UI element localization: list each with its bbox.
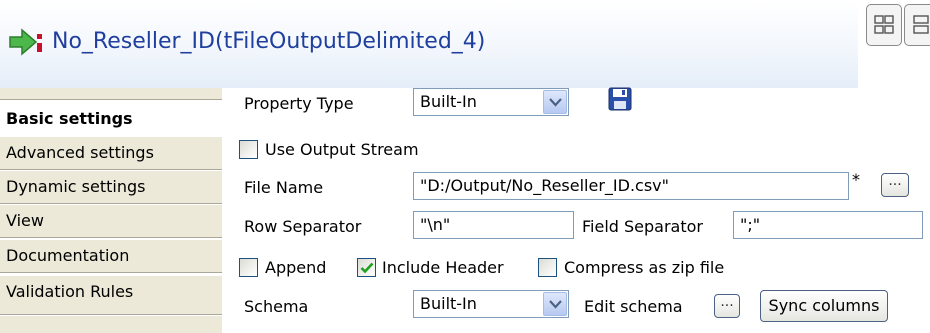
include-header-checkbox[interactable] (357, 258, 376, 277)
chevron-down-icon (549, 300, 562, 309)
edit-schema-button[interactable]: ... (714, 294, 740, 318)
tab-advanced-settings[interactable]: Advanced settings (0, 136, 222, 170)
append-checkbox[interactable] (239, 258, 258, 277)
save-icon[interactable] (608, 87, 632, 111)
schema-select[interactable]: Built-In (413, 290, 569, 318)
property-type-dropdown-button[interactable] (543, 90, 567, 114)
file-name-input[interactable]: "D:/Output/No_Reseller_ID.csv" (413, 172, 849, 200)
property-type-select[interactable]: Built-In (413, 88, 569, 116)
settings-tabs: Basic settings Advanced settings Dynamic… (0, 88, 222, 333)
field-separator-label: Field Separator (582, 217, 703, 236)
schema-value: Built-In (420, 294, 477, 313)
component-title: No_Reseller_ID(tFileOutputDelimited_4) (52, 29, 486, 54)
file-name-label: File Name (244, 178, 324, 197)
tab-dynamic-settings[interactable]: Dynamic settings (0, 170, 222, 204)
schema-dropdown-button[interactable] (543, 292, 567, 316)
browse-file-button[interactable]: ... (881, 173, 909, 197)
row-separator-input[interactable]: "\n" (413, 211, 574, 239)
property-type-label: Property Type (244, 94, 354, 113)
file-name-modified-marker: * (852, 170, 860, 189)
row-separator-label: Row Separator (244, 217, 362, 236)
compress-zip-checkbox[interactable] (538, 258, 557, 277)
component-arrow-icon (9, 28, 42, 56)
grid-layout-button[interactable] (866, 4, 902, 46)
sync-columns-button[interactable]: Sync columns (760, 290, 888, 322)
checkmark-icon (360, 262, 374, 274)
tab-documentation[interactable]: Documentation (0, 239, 222, 273)
edit-schema-label: Edit schema (584, 297, 683, 316)
include-header-label: Include Header (382, 258, 504, 277)
schema-label: Schema (244, 297, 309, 316)
grid-layout-icon (874, 15, 894, 34)
tab-validation-rules[interactable]: Validation Rules (0, 275, 222, 315)
compress-zip-label: Compress as zip file (564, 258, 725, 277)
use-output-stream-label: Use Output Stream (265, 140, 419, 159)
field-separator-input[interactable]: ";" (733, 211, 923, 239)
chevron-down-icon (549, 98, 562, 107)
append-label: Append (265, 258, 327, 277)
property-type-value: Built-In (420, 92, 477, 111)
list-layout-button[interactable] (904, 4, 930, 46)
tab-basic-settings[interactable]: Basic settings (0, 100, 222, 136)
tab-view[interactable]: View (0, 204, 222, 238)
tabs-top-strip (0, 88, 222, 100)
list-layout-icon (913, 15, 929, 34)
tabs-bottom-fill (0, 315, 222, 333)
use-output-stream-checkbox[interactable] (239, 140, 258, 159)
